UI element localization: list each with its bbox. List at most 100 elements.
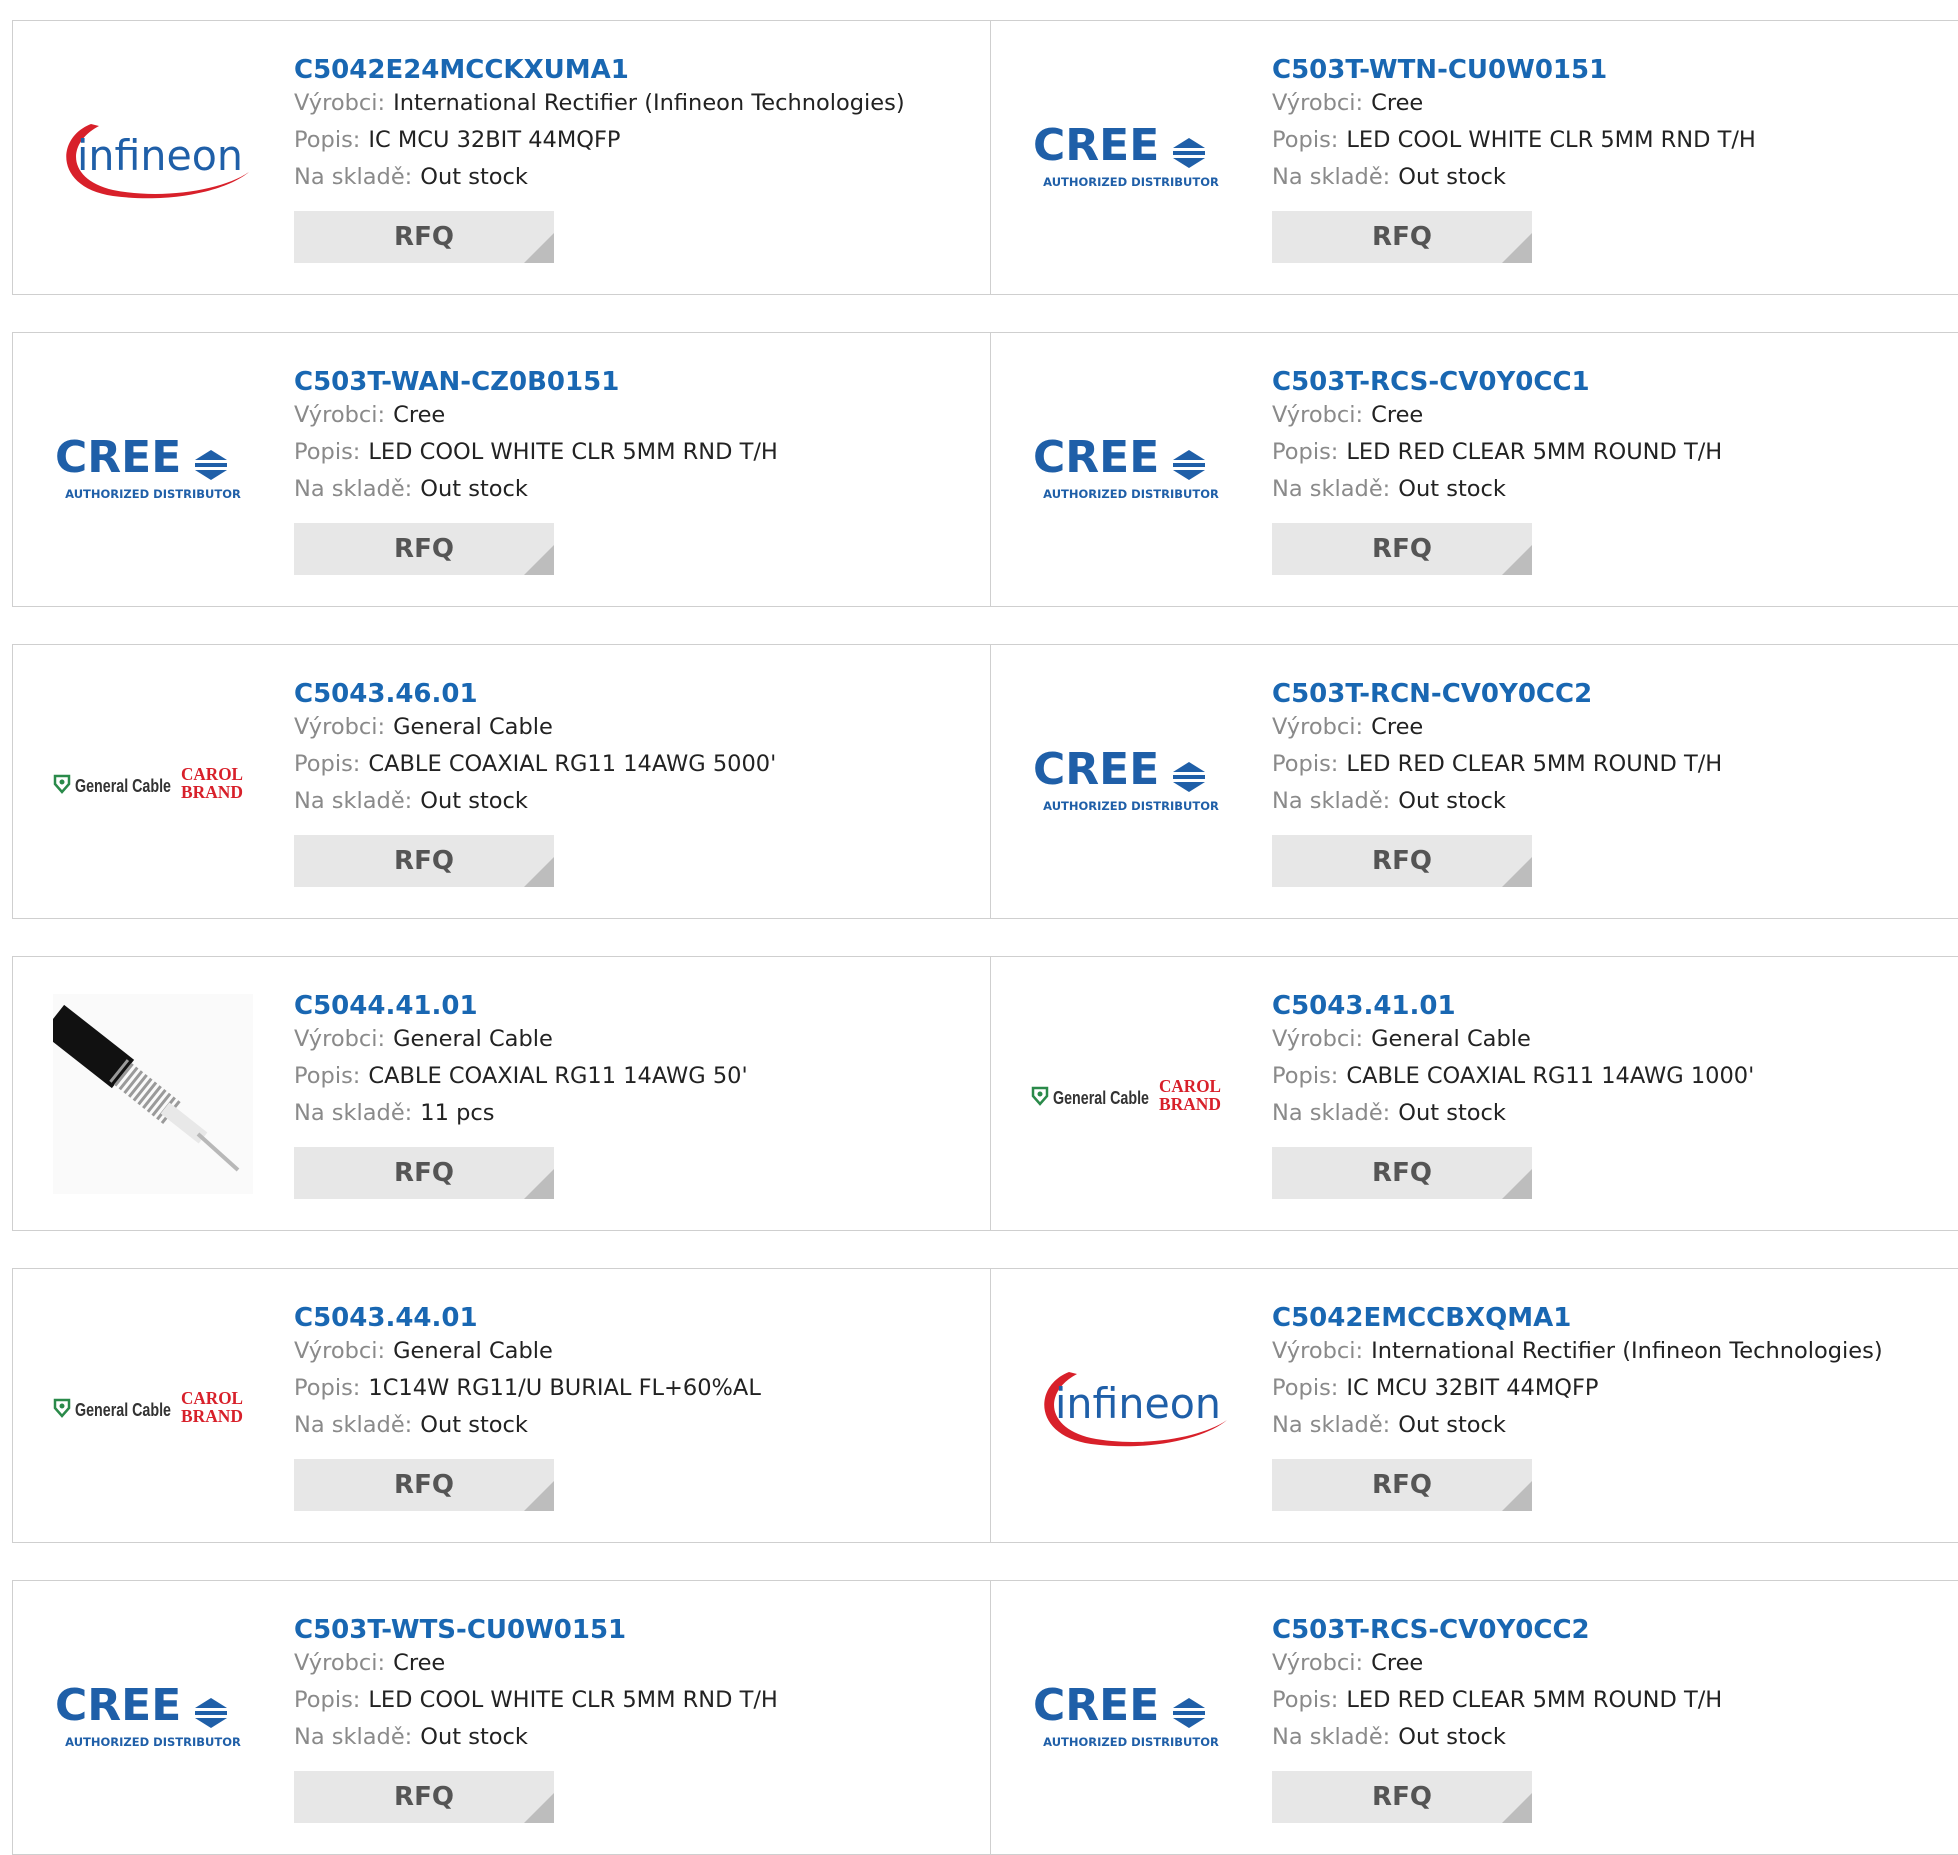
- rfq-label: RFQ: [1372, 1470, 1432, 1500]
- manufacturer-row: Výrobci: Cree: [1272, 709, 1958, 746]
- product-card: infineon C5042E24MCCKXUMA1 Výrobci: Inter…: [12, 20, 991, 295]
- rfq-button[interactable]: RFQ: [1272, 1459, 1532, 1511]
- rfq-button[interactable]: RFQ: [294, 1771, 554, 1823]
- corner-triangle-icon: [1502, 1169, 1532, 1199]
- manufacturer-row: Výrobci: General Cable: [1272, 1021, 1958, 1058]
- description-row: Popis: LED RED CLEAR 5MM ROUND T/H: [1272, 746, 1958, 783]
- description-row: Popis: 1C14W RG11/U BURIAL FL+60%AL: [294, 1370, 980, 1407]
- rfq-button[interactable]: RFQ: [294, 1459, 554, 1511]
- product-info: C503T-RCS-CV0Y0CC1 Výrobci: Cree Popis: LE…: [1272, 367, 1958, 575]
- manufacturer-value: Cree: [1371, 90, 1424, 116]
- corner-triangle-icon: [1502, 545, 1532, 575]
- manufacturer-logo: CREE AUTHORIZED DISTRIBUTOR: [1031, 108, 1231, 208]
- stock-value: Out stock: [420, 1724, 528, 1750]
- part-number-link[interactable]: C5042EMCCBXQMA1: [1272, 1303, 1958, 1333]
- part-number-link[interactable]: C503T-WTN-CU0W0151: [1272, 55, 1958, 85]
- stock-label: Na skladě:: [294, 1412, 413, 1438]
- stock-label: Na skladě:: [1272, 1724, 1391, 1750]
- manufacturer-value: Cree: [1371, 402, 1424, 428]
- rfq-button[interactable]: RFQ: [294, 1147, 554, 1199]
- corner-triangle-icon: [1502, 1793, 1532, 1823]
- part-number-link[interactable]: C5043.46.01: [294, 679, 980, 709]
- cree-wordmark: CREE: [55, 1680, 181, 1731]
- cree-tagline: AUTHORIZED DISTRIBUTOR: [1043, 175, 1219, 189]
- product-card: infineon C5042EMCCBXQMA1 Výrobci: Interna…: [990, 1268, 1958, 1543]
- description-label: Popis:: [294, 751, 361, 777]
- rfq-button[interactable]: RFQ: [1272, 1147, 1532, 1199]
- product-info: C5042E24MCCKXUMA1 Výrobci: International …: [294, 55, 980, 263]
- description-row: Popis: LED COOL WHITE CLR 5MM RND T/H: [1272, 122, 1958, 159]
- part-number-link[interactable]: C5043.44.01: [294, 1303, 980, 1333]
- rfq-label: RFQ: [394, 1158, 454, 1188]
- description-row: Popis: CABLE COAXIAL RG11 14AWG 50': [294, 1058, 980, 1095]
- manufacturer-row: Výrobci: Cree: [294, 1645, 980, 1682]
- rfq-button[interactable]: RFQ: [1272, 523, 1532, 575]
- manufacturer-label: Výrobci:: [1272, 714, 1364, 740]
- part-number-link[interactable]: C503T-RCS-CV0Y0CC1: [1272, 367, 1958, 397]
- stock-row: Na skladě: 11 pcs: [294, 1095, 980, 1132]
- rfq-label: RFQ: [1372, 846, 1432, 876]
- stock-value: Out stock: [1398, 476, 1506, 502]
- description-value: LED COOL WHITE CLR 5MM RND T/H: [1346, 127, 1756, 153]
- stock-row: Na skladě: Out stock: [1272, 783, 1958, 820]
- description-label: Popis:: [1272, 751, 1339, 777]
- manufacturer-logo: General Cable CAROL BRAND: [53, 732, 253, 832]
- stock-value: Out stock: [420, 788, 528, 814]
- carol-brand-bottom: BRAND: [181, 1406, 243, 1426]
- part-number-link[interactable]: C503T-RCN-CV0Y0CC2: [1272, 679, 1958, 709]
- product-card: General Cable CAROL BRAND C5043.41.01 Výro…: [990, 956, 1958, 1231]
- manufacturer-row: Výrobci: International Rectifier (Infineo…: [1272, 1333, 1958, 1370]
- manufacturer-value: General Cable: [393, 1338, 553, 1364]
- cree-wordmark: CREE: [1033, 120, 1159, 171]
- cree-wordmark: CREE: [55, 432, 181, 483]
- cree-tagline: AUTHORIZED DISTRIBUTOR: [65, 1735, 241, 1749]
- stock-row: Na skladě: Out stock: [294, 471, 980, 508]
- manufacturer-label: Výrobci:: [1272, 402, 1364, 428]
- rfq-button[interactable]: RFQ: [1272, 1771, 1532, 1823]
- manufacturer-value: General Cable: [393, 714, 553, 740]
- corner-triangle-icon: [524, 233, 554, 263]
- rfq-button[interactable]: RFQ: [294, 211, 554, 263]
- part-number-link[interactable]: C503T-WTS-CU0W0151: [294, 1615, 980, 1645]
- part-number-link[interactable]: C5043.41.01: [1272, 991, 1958, 1021]
- general-cable-wordmark: General Cable: [1053, 1088, 1149, 1108]
- manufacturer-logo: CREE AUTHORIZED DISTRIBUTOR: [53, 1668, 253, 1768]
- product-info: C503T-RCN-CV0Y0CC2 Výrobci: Cree Popis: LE…: [1272, 679, 1958, 887]
- rfq-button[interactable]: RFQ: [294, 523, 554, 575]
- part-number-link[interactable]: C503T-RCS-CV0Y0CC2: [1272, 1615, 1958, 1645]
- part-number-link[interactable]: C503T-WAN-CZ0B0151: [294, 367, 980, 397]
- cree-arrows-icon: [1173, 137, 1205, 168]
- manufacturer-row: Výrobci: General Cable: [294, 1021, 980, 1058]
- stock-value: Out stock: [420, 476, 528, 502]
- part-number-link[interactable]: C5044.41.01: [294, 991, 980, 1021]
- manufacturer-value: International Rectifier (Infineon Techno…: [1371, 1338, 1883, 1364]
- stock-value: Out stock: [1398, 1412, 1506, 1438]
- cree-tagline: AUTHORIZED DISTRIBUTOR: [1043, 487, 1219, 501]
- rfq-button[interactable]: RFQ: [1272, 211, 1532, 263]
- rfq-button[interactable]: RFQ: [1272, 835, 1532, 887]
- manufacturer-value: Cree: [393, 1650, 446, 1676]
- description-value: LED COOL WHITE CLR 5MM RND T/H: [368, 439, 778, 465]
- manufacturer-label: Výrobci:: [294, 90, 386, 116]
- stock-value: 11 pcs: [420, 1100, 495, 1126]
- stock-label: Na skladě:: [1272, 788, 1391, 814]
- rfq-label: RFQ: [1372, 1158, 1432, 1188]
- manufacturer-logo: CREE AUTHORIZED DISTRIBUTOR: [53, 420, 253, 520]
- product-card: CREE AUTHORIZED DISTRIBUTOR C503T-RCS-CV0…: [990, 1580, 1958, 1855]
- description-value: CABLE COAXIAL RG11 14AWG 50': [368, 1063, 748, 1089]
- part-number-link[interactable]: C5042E24MCCKXUMA1: [294, 55, 980, 85]
- description-value: LED COOL WHITE CLR 5MM RND T/H: [368, 1687, 778, 1713]
- stock-value: Out stock: [1398, 1724, 1506, 1750]
- description-value: CABLE COAXIAL RG11 14AWG 1000': [1346, 1063, 1755, 1089]
- rfq-button[interactable]: RFQ: [294, 835, 554, 887]
- carol-brand-top: CAROL: [181, 764, 243, 784]
- description-value: LED RED CLEAR 5MM ROUND T/H: [1346, 751, 1723, 777]
- product-info: C5042EMCCBXQMA1 Výrobci: International Re…: [1272, 1303, 1958, 1511]
- corner-triangle-icon: [1502, 1481, 1532, 1511]
- manufacturer-label: Výrobci:: [1272, 1650, 1364, 1676]
- stock-value: Out stock: [420, 164, 528, 190]
- product-info: C5044.41.01 Výrobci: General Cable Popis:…: [294, 991, 980, 1199]
- rfq-label: RFQ: [394, 1470, 454, 1500]
- description-row: Popis: LED RED CLEAR 5MM ROUND T/H: [1272, 434, 1958, 471]
- carol-brand-top: CAROL: [181, 1388, 243, 1408]
